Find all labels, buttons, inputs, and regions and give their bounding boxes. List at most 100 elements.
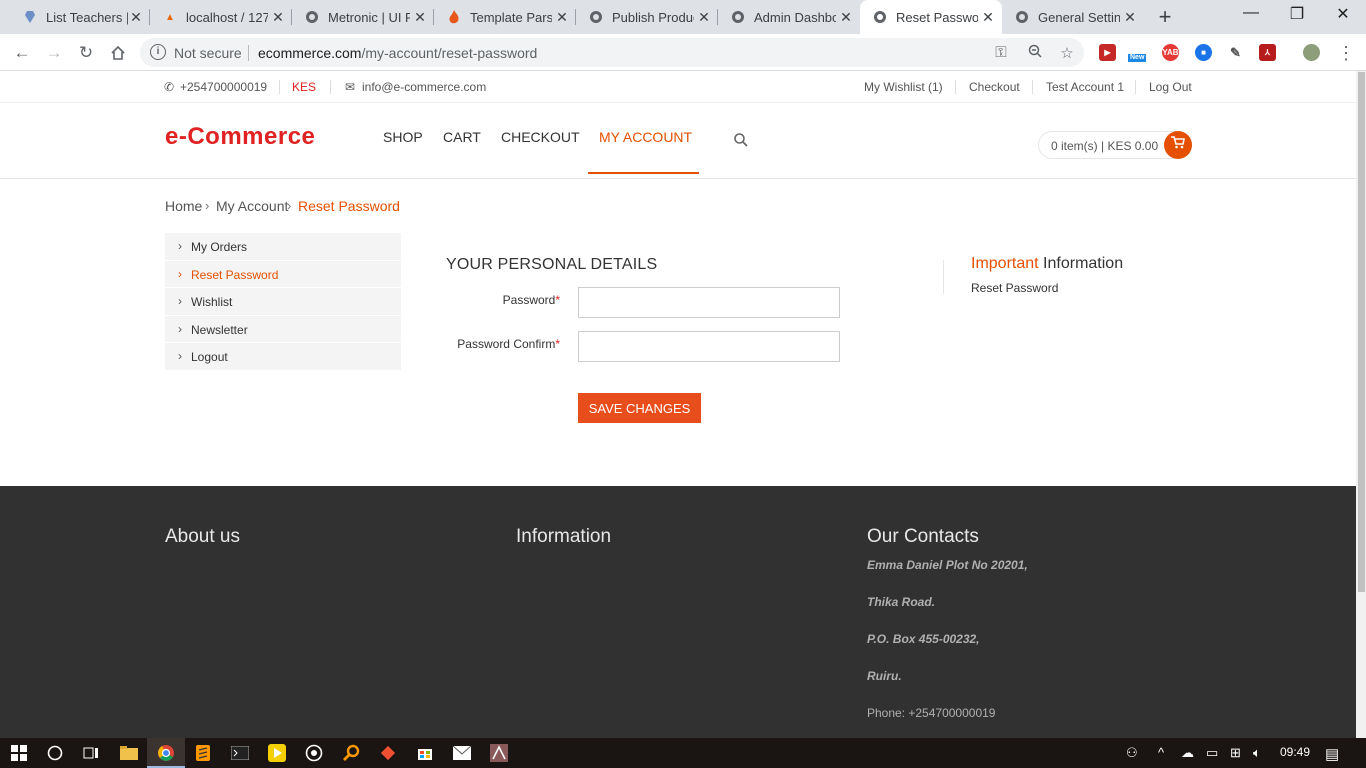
cart-icon[interactable] <box>1164 131 1192 159</box>
tab-reset-password[interactable]: Reset Passwor ✕ <box>860 0 1002 34</box>
extension-red-icon[interactable]: ▶ <box>1099 44 1116 61</box>
account-link[interactable]: Test Account 1 <box>1046 80 1124 94</box>
site-logo[interactable]: e-Commerce <box>165 123 315 151</box>
tab-publish-product[interactable]: Publish Produc ✕ <box>576 0 718 34</box>
close-tab-icon[interactable]: ✕ <box>270 9 286 26</box>
tab-list-teachers[interactable]: List Teachers | ✕ <box>14 0 150 34</box>
volume-icon[interactable]: 🔈︎ <box>1253 745 1261 761</box>
close-tab-icon[interactable]: ✕ <box>980 9 996 26</box>
restore-button[interactable]: ❐ <box>1282 4 1312 24</box>
globe-icon <box>1014 9 1030 25</box>
search-icon[interactable] <box>36 738 74 768</box>
topbar-email: info@e-commerce.com <box>362 80 487 94</box>
onedrive-icon[interactable]: ☁ <box>1181 745 1194 761</box>
close-window-button[interactable]: ✕ <box>1328 4 1358 24</box>
wishlist-link[interactable]: My Wishlist (1) <box>864 80 943 94</box>
profile-avatar[interactable] <box>1303 44 1320 61</box>
tab-general-settings[interactable]: General Setting ✕ <box>1002 0 1144 34</box>
yab-extension-icon[interactable]: YAB <box>1162 44 1179 61</box>
close-tab-icon[interactable]: ✕ <box>554 9 570 26</box>
clock[interactable]: 09:49 <box>1280 745 1310 759</box>
password-input[interactable] <box>578 287 840 318</box>
scrollbar-thumb[interactable] <box>1358 72 1365 592</box>
site-footer: About us Information Our Contacts Emma D… <box>0 486 1356 738</box>
sidebar-item-newsletter[interactable]: › Newsletter <box>165 315 401 343</box>
close-tab-icon[interactable]: ✕ <box>838 9 854 26</box>
info-icon[interactable]: i <box>150 44 166 60</box>
tab-template-parse[interactable]: Template Parse ✕ <box>434 0 576 34</box>
sidebar-item-logout[interactable]: › Logout <box>165 343 401 371</box>
chevron-up-icon[interactable]: ^ <box>1158 745 1164 760</box>
cart-summary: 0 item(s) | KES 0.00 <box>1051 139 1159 153</box>
store-icon[interactable] <box>406 738 444 768</box>
tab-admin-dashboard[interactable]: Admin Dashbo ✕ <box>718 0 860 34</box>
footer-about-heading: About us <box>165 526 240 547</box>
windows-start-icon[interactable] <box>0 738 38 768</box>
home-button[interactable] <box>106 41 130 65</box>
extension-blue-icon[interactable]: ■ <box>1195 44 1212 61</box>
git-icon[interactable] <box>369 738 407 768</box>
save-changes-button[interactable]: SAVE CHANGES <box>578 393 701 423</box>
people-icon[interactable]: ⚇ <box>1126 745 1138 761</box>
sidebar-item-wishlist[interactable]: › Wishlist <box>165 288 401 316</box>
network-icon[interactable]: ⊞ <box>1230 745 1241 761</box>
account-sidebar: › My Orders › Reset Password › Wishlist › Ne… <box>165 233 401 371</box>
checkout-link[interactable]: Checkout <box>969 80 1020 94</box>
close-tab-icon[interactable]: ✕ <box>412 9 428 26</box>
envelope-icon: ✉ <box>345 80 356 94</box>
menu-icon[interactable]: ⋮ <box>1334 41 1358 65</box>
active-nav-underline <box>588 172 699 174</box>
terminal-icon[interactable] <box>221 738 259 768</box>
search-tool-icon[interactable] <box>332 738 370 768</box>
key-icon[interactable]: ⚿ <box>992 44 1010 61</box>
chevron-right-icon: › <box>178 266 182 281</box>
logout-link[interactable]: Log Out <box>1149 80 1192 94</box>
search-icon[interactable] <box>733 132 749 148</box>
app-icon[interactable] <box>480 738 518 768</box>
zoom-icon[interactable] <box>1026 44 1044 62</box>
mini-cart[interactable]: 0 item(s) | KES 0.00 <box>1038 131 1192 159</box>
password-confirm-label: Password Confirm* <box>457 337 560 351</box>
eyedropper-icon[interactable]: ✎ <box>1227 44 1244 61</box>
bookmark-star-icon[interactable]: ☆ <box>1058 44 1076 62</box>
battery-icon[interactable]: ▭ <box>1206 745 1218 761</box>
target-app-icon[interactable] <box>295 738 333 768</box>
gem-icon <box>22 9 38 25</box>
site-topbar: ✆ +254700000019 KES ✉ info@e-commerce.co… <box>0 71 1356 103</box>
extension-new-icon[interactable]: New <box>1128 44 1147 62</box>
globe-icon <box>730 9 746 25</box>
breadcrumb-my-account[interactable]: My Account <box>216 198 288 214</box>
reload-button[interactable]: ↻ <box>74 41 98 65</box>
forward-button[interactable]: → <box>42 41 66 65</box>
mail-icon[interactable] <box>443 738 481 768</box>
tab-metronic[interactable]: Metronic | UI F ✕ <box>292 0 434 34</box>
new-tab-button[interactable]: + <box>1154 6 1176 28</box>
back-button[interactable]: ← <box>10 41 34 65</box>
close-tab-icon[interactable]: ✕ <box>696 9 712 26</box>
flame-icon <box>446 9 462 25</box>
breadcrumb-home[interactable]: Home <box>165 198 202 214</box>
pdf-extension-icon[interactable]: ⅄ <box>1259 44 1276 61</box>
chevron-right-icon: › <box>178 294 182 308</box>
nav-checkout[interactable]: CHECKOUT <box>501 129 580 145</box>
media-player-icon[interactable] <box>258 738 296 768</box>
tab-phpmyadmin[interactable]: ▲ localhost / 127. ✕ <box>150 0 292 34</box>
breadcrumb-current: Reset Password <box>298 198 400 214</box>
address-bar[interactable]: i Not secure ecommerce.com/my-account/re… <box>140 38 1084 67</box>
file-explorer-icon[interactable] <box>110 738 148 768</box>
nav-my-account[interactable]: MY ACCOUNT <box>599 129 692 145</box>
sidebar-item-reset-password[interactable]: › Reset Password <box>165 260 401 288</box>
url-text[interactable]: ecommerce.com/my-account/reset-password <box>258 45 537 61</box>
nav-cart[interactable]: CART <box>443 129 481 145</box>
notifications-icon[interactable]: ▤ <box>1325 745 1339 763</box>
chrome-icon[interactable] <box>147 738 185 768</box>
nav-shop[interactable]: SHOP <box>383 129 423 145</box>
currency-selector[interactable]: KES <box>292 80 316 94</box>
close-tab-icon[interactable]: ✕ <box>1122 9 1138 26</box>
password-confirm-input[interactable] <box>578 331 840 362</box>
close-tab-icon[interactable]: ✕ <box>128 9 144 26</box>
sidebar-item-my-orders[interactable]: › My Orders <box>165 233 401 261</box>
sublime-text-icon[interactable] <box>184 738 222 768</box>
minimize-button[interactable]: — <box>1236 4 1266 22</box>
task-view-icon[interactable] <box>72 738 110 768</box>
